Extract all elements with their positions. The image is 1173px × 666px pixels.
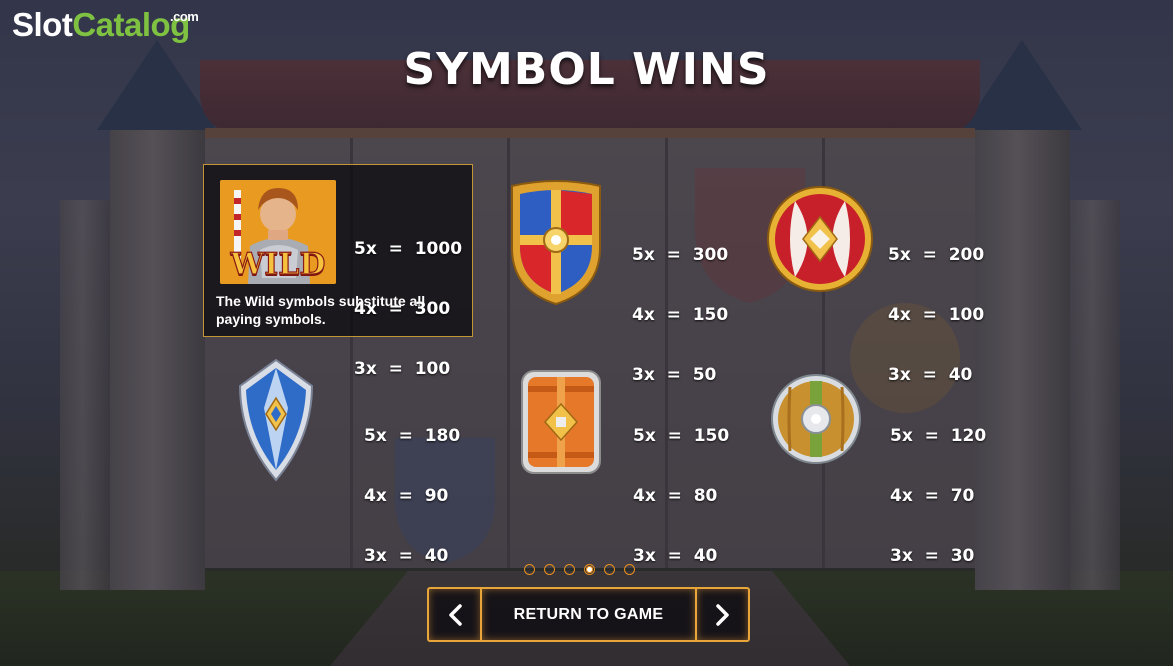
round-red-white-shield-icon	[767, 186, 873, 292]
wild-knight-icon: WILD	[220, 180, 336, 284]
paytable-line: 5x = 120	[890, 426, 987, 446]
paytable-line: 4x = 100	[888, 305, 985, 325]
next-page-button[interactable]	[695, 587, 750, 642]
paytable-round-red-shield: 5x = 200 4x = 100 3x = 40	[888, 205, 984, 405]
paytable-line: 4x = 90	[364, 486, 449, 506]
page-title: SYMBOL WINS	[403, 44, 770, 95]
return-to-game-button[interactable]: RETURN TO GAME	[482, 587, 695, 642]
wild-image-label: WILD	[230, 246, 326, 282]
page-dot[interactable]	[564, 564, 575, 575]
paytable-orange-shield: 5x = 150 4x = 80 3x = 40	[633, 386, 729, 586]
paytable-blue-kite-shield: 5x = 180 4x = 90 3x = 40	[364, 386, 460, 586]
paytable-line: 5x = 300	[632, 245, 729, 265]
logo-com-text: .com	[170, 9, 199, 24]
paytable-line: 4x = 70	[890, 486, 975, 506]
paytable-line: 3x = 40	[888, 365, 973, 385]
previous-page-button[interactable]	[427, 587, 482, 642]
paytable-line: 3x = 40	[633, 546, 718, 566]
red-blue-cross-shield-icon	[511, 180, 601, 306]
paytable-line: 5x = 200	[888, 245, 985, 265]
slotcatalog-logo: SlotCatalog .com	[12, 6, 199, 43]
paytable-line: 4x = 80	[633, 486, 718, 506]
paytable-line: 5x = 180	[364, 426, 461, 446]
page-dot[interactable]	[624, 564, 635, 575]
paytable-line: 5x = 1000	[354, 239, 463, 259]
round-wooden-shield-icon	[771, 374, 861, 464]
page-dot[interactable]	[544, 564, 555, 575]
paytable-line: 5x = 150	[633, 426, 730, 446]
paytable-line: 3x = 40	[364, 546, 449, 566]
paytable-line: 4x = 300	[354, 299, 451, 319]
logo-slot-text: Slot	[12, 6, 73, 43]
paytable-line: 4x = 150	[632, 305, 729, 325]
paytable-line: 3x = 100	[354, 359, 451, 379]
paytable-line: 3x = 50	[632, 365, 717, 385]
page-dot[interactable]	[604, 564, 615, 575]
paytable-navigation: RETURN TO GAME	[427, 587, 750, 642]
chevron-left-icon	[448, 603, 462, 626]
blue-kite-shield-icon	[238, 358, 314, 482]
paytable-line: 3x = 30	[890, 546, 975, 566]
page-dot-active[interactable]	[584, 564, 595, 575]
wild-paytable: 5x = 1000 4x = 300 3x = 100	[354, 199, 462, 399]
paytable-red-blue-shield: 5x = 300 4x = 150 3x = 50	[632, 205, 728, 405]
page-dot[interactable]	[524, 564, 535, 575]
chevron-right-icon	[715, 603, 729, 626]
orange-rectangular-shield-icon	[521, 370, 601, 474]
paytable-wooden-shield: 5x = 120 4x = 70 3x = 30	[890, 386, 986, 586]
page-indicator	[524, 564, 635, 575]
